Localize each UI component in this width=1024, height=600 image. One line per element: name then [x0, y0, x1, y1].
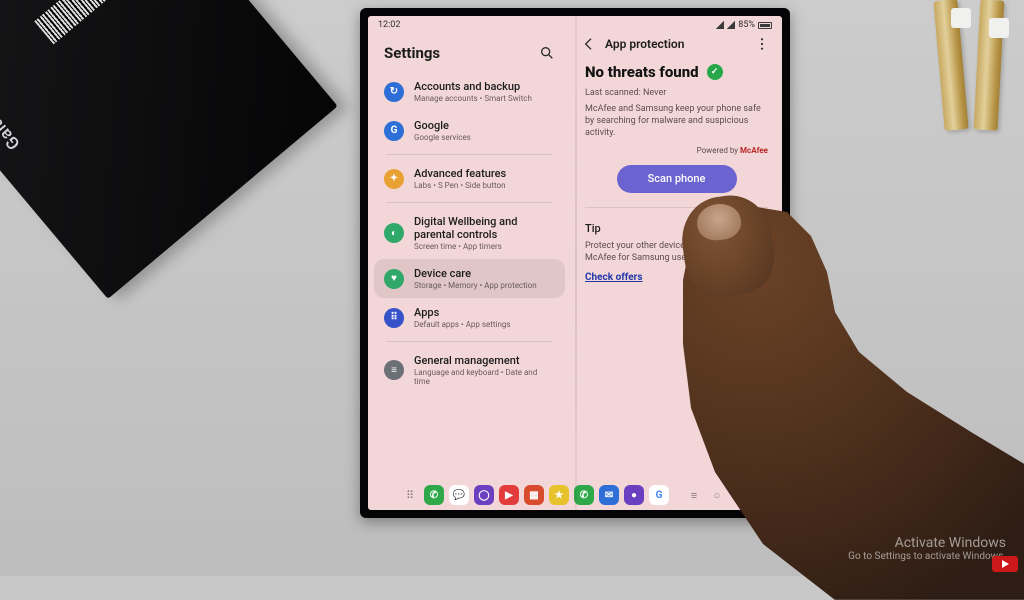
settings-list: ↻ Accounts and backupManage accounts • Sm… — [368, 72, 571, 394]
powered-by-label: Powered by McAfee — [585, 146, 768, 155]
settings-title: Settings — [384, 44, 440, 62]
mcafee-brand: McAfee — [740, 146, 768, 155]
divider — [386, 341, 553, 342]
divider — [386, 202, 553, 203]
taskbar-app-icon[interactable]: G — [649, 485, 669, 505]
settings-item[interactable]: ↻ Accounts and backupManage accounts • Sm… — [374, 72, 565, 111]
wooden-clamp-prop — [917, 0, 1024, 130]
app-protection-pane: App protection No threats found ✓ Last s… — [571, 34, 782, 480]
check-offers-link[interactable]: Check offers — [585, 272, 642, 283]
taskbar-app-icon[interactable]: 💬 — [449, 485, 469, 505]
settings-item[interactable]: ⠿ AppsDefault apps • App settings — [374, 298, 565, 337]
app-protection-header: App protection — [605, 37, 746, 51]
taskbar-app-icon[interactable]: ▦ — [524, 485, 544, 505]
divider — [386, 154, 553, 155]
barcode-strip — [34, 0, 176, 44]
more-icon[interactable] — [754, 36, 770, 52]
search-icon[interactable] — [539, 45, 555, 61]
fold-crease — [575, 16, 577, 510]
settings-item-icon: ↻ — [384, 82, 404, 102]
settings-item-title: Advanced features — [414, 167, 506, 180]
battery-icon — [758, 22, 772, 29]
settings-item[interactable]: ✦ Advanced featuresLabs • S Pen • Side bu… — [374, 159, 565, 198]
settings-item-icon: G — [384, 121, 404, 141]
home-nav-icon[interactable]: ○ — [708, 487, 726, 503]
settings-item-icon: ⠿ — [384, 308, 404, 328]
status-time: 12:02 — [378, 20, 400, 30]
tip-heading: Tip — [585, 222, 768, 235]
settings-item-subtitle: Labs • S Pen • Side button — [414, 181, 506, 190]
foldable-device: 12:02 85% Settings ↻Accounts and backupM… — [360, 8, 790, 518]
signal-icon — [716, 21, 724, 29]
settings-item-icon: ◐ — [384, 223, 404, 243]
settings-item[interactable]: G GoogleGoogle services — [374, 111, 565, 150]
windows-activation-watermark: Activate Windows Go to Settings to activ… — [848, 535, 1006, 562]
signal-icon — [727, 21, 735, 29]
settings-item-icon: ♥ — [384, 269, 404, 289]
settings-item-title: Digital Wellbeing and parental controls — [414, 215, 555, 241]
settings-item-subtitle: Manage accounts • Smart Switch — [414, 94, 532, 103]
shield-check-icon: ✓ — [707, 64, 723, 80]
youtube-logo-icon — [992, 556, 1018, 572]
protection-description: McAfee and Samsung keep your phone safe … — [585, 103, 768, 139]
settings-item-subtitle: Google services — [414, 133, 471, 142]
settings-item-title: Google — [414, 119, 471, 132]
recents-nav-icon[interactable]: ≡ — [685, 487, 703, 503]
settings-item-subtitle: Storage • Memory • App protection — [414, 281, 537, 290]
taskbar-app-icon[interactable]: ✆ — [424, 485, 444, 505]
back-icon[interactable] — [581, 36, 597, 52]
settings-item-subtitle: Default apps • App settings — [414, 320, 511, 329]
divider — [585, 207, 768, 208]
last-scanned-text: Last scanned: Never — [585, 87, 768, 99]
threat-status-title: No threats found — [585, 63, 699, 81]
settings-item-title: Accounts and backup — [414, 80, 532, 93]
device-screen: 12:02 85% Settings ↻Accounts and backupM… — [368, 16, 782, 510]
taskbar-app-icon[interactable]: ✉ — [599, 485, 619, 505]
taskbar-app-icon[interactable]: ● — [624, 485, 644, 505]
settings-item-icon: ✦ — [384, 169, 404, 189]
settings-item-title: Device care — [414, 267, 537, 280]
taskbar-app-icon[interactable]: ◯ — [474, 485, 494, 505]
taskbar-app-icon[interactable]: ✆ — [574, 485, 594, 505]
back-nav-icon[interactable]: ‹ — [731, 487, 749, 503]
settings-item-subtitle: Language and keyboard • Date and time — [414, 368, 555, 386]
settings-item[interactable]: ♥ Device careStorage • Memory • App prote… — [374, 259, 565, 298]
settings-item-title: Apps — [414, 306, 511, 319]
tip-body: Protect your other devices with an offer… — [585, 240, 768, 264]
settings-item-subtitle: Screen time • App timers — [414, 242, 555, 251]
settings-pane: Settings ↻ Accounts and backupManage acco… — [368, 34, 571, 480]
taskbar-app-icon[interactable]: ▶ — [499, 485, 519, 505]
settings-item-icon: ≡ — [384, 360, 404, 380]
taskbar-app-icon[interactable]: ★ — [549, 485, 569, 505]
product-box-label: Galaxy Z Fold6 — [0, 49, 25, 153]
settings-item[interactable]: ◐ Digital Wellbeing and parental controls… — [374, 207, 565, 259]
apps-grid-icon[interactable]: ⠿ — [401, 487, 419, 503]
settings-item-title: General management — [414, 354, 555, 367]
scan-phone-button[interactable]: Scan phone — [617, 165, 737, 193]
settings-item[interactable]: ≡ General managementLanguage and keyboard… — [374, 346, 565, 394]
battery-percent: 85% — [738, 20, 755, 30]
